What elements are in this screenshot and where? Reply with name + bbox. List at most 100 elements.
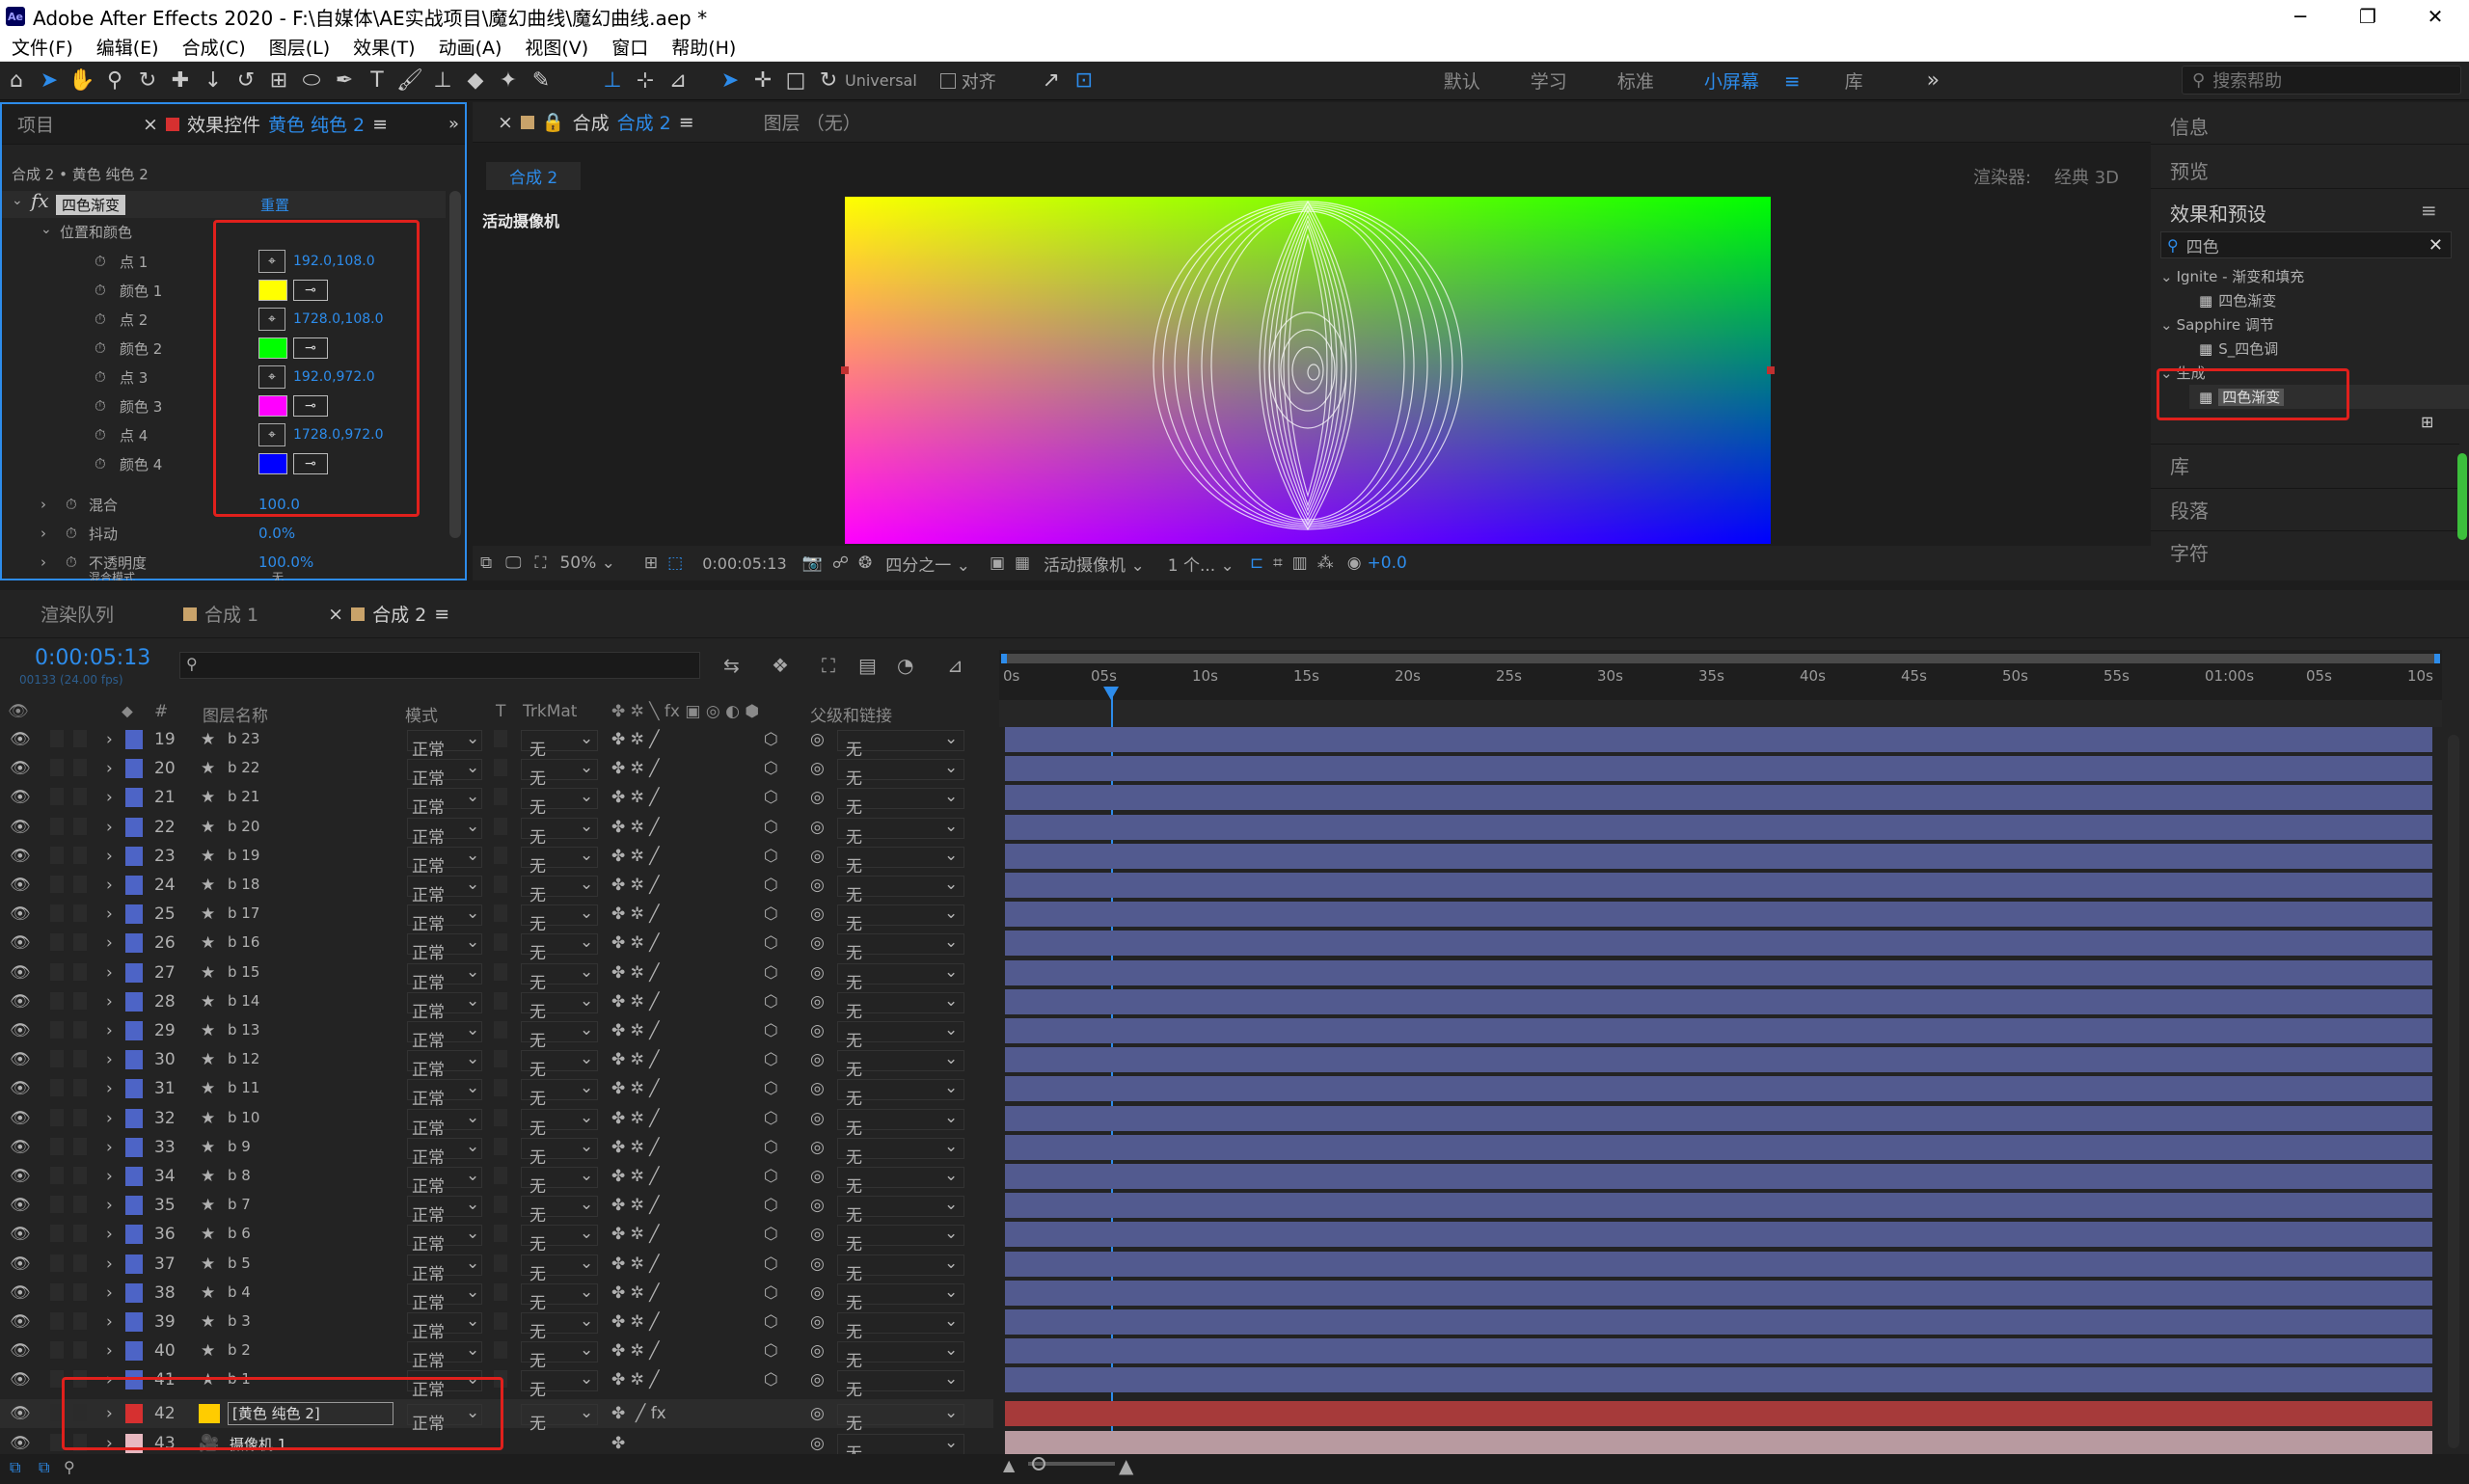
prop-value-jitter[interactable]: 0.0%: [258, 525, 295, 542]
lock-checkbox[interactable]: [73, 1167, 87, 1184]
solo-checkbox[interactable]: [50, 788, 64, 806]
visibility-eye-icon[interactable]: 👁: [10, 759, 31, 778]
pick-whip-icon[interactable]: ◎: [810, 1109, 825, 1128]
layer-label-color[interactable]: [125, 1254, 143, 1274]
3d-layer-icon[interactable]: ⬡: [764, 963, 778, 983]
solo-checkbox[interactable]: [50, 846, 64, 864]
parent-dropdown[interactable]: 无⌄: [837, 1403, 964, 1434]
panel-menu-icon[interactable]: ≡: [2421, 199, 2437, 222]
3d-layer-icon[interactable]: ⬡: [764, 1225, 778, 1244]
layer-row[interactable]: 👁 › 38 ★ b 4 正常 ⌄ 无 ⌄ ✤ ✲ ╱ ⬡ ◎ 无 ⌄: [0, 1279, 993, 1313]
universal-select-icon[interactable]: ➤: [714, 65, 746, 97]
layer-duration-bar[interactable]: [1005, 1018, 2432, 1043]
timeline-icon[interactable]: ▥: [1292, 553, 1308, 573]
3d-layer-icon[interactable]: ⬡: [764, 847, 778, 866]
preserve-transparency-checkbox[interactable]: [494, 1282, 507, 1301]
effect-item[interactable]: ▦ 四色渐变: [2199, 290, 2276, 310]
frame-blending-icon[interactable]: ▤: [858, 654, 877, 677]
3d-layer-icon[interactable]: ⬡: [764, 1138, 778, 1157]
visibility-eye-icon[interactable]: 👁: [10, 933, 31, 953]
layer-row[interactable]: 👁 › 24 ★ b 18 正常 ⌄ 无 ⌄ ✤ ✲ ╱ ⬡ ◎ 无 ⌄: [0, 871, 993, 905]
camera-layer-duration-bar[interactable]: [1005, 1430, 2432, 1456]
fit-icon[interactable]: ⊞: [644, 553, 658, 573]
layer-duration-bar[interactable]: [1005, 843, 2432, 869]
pick-whip-icon[interactable]: ◎: [810, 788, 825, 807]
trkmat-dropdown[interactable]: 无 ⌄: [521, 758, 598, 789]
layer-name[interactable]: b 20: [228, 818, 259, 835]
universal-rotate-icon[interactable]: ↻: [812, 65, 845, 97]
parent-dropdown[interactable]: 无⌄: [837, 758, 964, 789]
mode-dropdown[interactable]: 正常 ⌄: [407, 1282, 482, 1313]
mode-dropdown[interactable]: 正常 ⌄: [407, 875, 482, 905]
layer-name[interactable]: b 14: [228, 992, 259, 1010]
lock-checkbox[interactable]: [73, 817, 87, 835]
layer-switches-icons[interactable]: ✤ ✲ ╱: [611, 1196, 660, 1215]
preserve-transparency-checkbox[interactable]: [494, 876, 507, 893]
clear-search-icon[interactable]: ✕: [2428, 235, 2443, 256]
lock-checkbox[interactable]: [73, 846, 87, 864]
visibility-eye-icon[interactable]: 👁: [10, 963, 31, 983]
effect-category[interactable]: ⌄ Ignite - 渐变和填充: [2160, 266, 2304, 286]
pen-tool-icon[interactable]: ✒: [328, 65, 361, 97]
mode-dropdown[interactable]: 正常 ⌄: [407, 932, 482, 963]
layer-row[interactable]: 👁 › 36 ★ b 6 正常 ⌄ 无 ⌄ ✤ ✲ ╱ ⬡ ◎ 无 ⌄: [0, 1220, 993, 1255]
parent-dropdown[interactable]: 无⌄: [837, 1340, 964, 1371]
expand-arrow-icon[interactable]: ›: [41, 496, 46, 513]
layer-name[interactable]: b 13: [228, 1021, 259, 1039]
shy-layers-icon[interactable]: ⛶: [822, 654, 835, 677]
expand-arrow-icon[interactable]: ⌄: [2160, 316, 2173, 334]
parent-dropdown[interactable]: 无⌄: [837, 1369, 964, 1400]
parent-dropdown[interactable]: 无⌄: [837, 787, 964, 818]
preserve-transparency-checkbox[interactable]: [494, 1312, 507, 1330]
lock-checkbox[interactable]: [73, 1108, 87, 1126]
layer-duration-bar[interactable]: [1005, 814, 2432, 840]
expand-arrow-icon[interactable]: ›: [106, 759, 113, 778]
pick-whip-icon[interactable]: ◎: [810, 1079, 825, 1098]
orbit-camera-icon[interactable]: ↻: [131, 65, 164, 97]
tab-layer[interactable]: 图层 （无）: [748, 109, 877, 135]
layer-row[interactable]: 👁 › 19 ★ b 23 正常 ⌄ 无 ⌄ ✤ ✲ ╱ ⬡ ◎ 无 ⌄: [0, 725, 993, 760]
trkmat-dropdown[interactable]: 无 ⌄: [521, 1020, 598, 1051]
camera-switch-icon[interactable]: ✤: [611, 1434, 625, 1453]
tab-project[interactable]: 项目: [2, 111, 69, 137]
lock-checkbox[interactable]: [73, 730, 87, 747]
preserve-transparency-checkbox[interactable]: [494, 1167, 507, 1184]
expand-arrow-icon[interactable]: ›: [106, 1225, 113, 1244]
header-mode[interactable]: 模式: [405, 702, 438, 726]
preserve-transparency-checkbox[interactable]: [494, 1196, 507, 1214]
toggle-render-time-icon[interactable]: ⚲: [64, 1458, 75, 1476]
paragraph-panel-header[interactable]: 段落: [2170, 496, 2209, 524]
header-layer-name[interactable]: 图层名称: [203, 702, 268, 726]
layer-name[interactable]: b 16: [228, 933, 259, 951]
layer-switches-icons[interactable]: ✤ ✲ ╱: [611, 847, 660, 866]
layer-switches-icons[interactable]: ✤ ✲ ╱: [611, 759, 660, 778]
layer-switches-icons[interactable]: ✤ ✲ ╱: [611, 1079, 660, 1098]
mode-dropdown[interactable]: 正常 ⌄: [407, 1049, 482, 1080]
snap-icon[interactable]: ↗: [1035, 65, 1068, 97]
solo-checkbox[interactable]: [50, 876, 64, 893]
mode-dropdown[interactable]: 正常 ⌄: [407, 758, 482, 789]
trkmat-dropdown[interactable]: 无 ⌄: [521, 1311, 598, 1342]
layer-label-color[interactable]: [125, 1050, 143, 1070]
trkmat-dropdown[interactable]: 无 ⌄: [521, 787, 598, 818]
layer-switches-icons[interactable]: ✤ ✲ ╱: [611, 876, 660, 895]
layer-switches-icons[interactable]: ✤ ✲ ╱: [611, 1370, 660, 1390]
layer-duration-bar[interactable]: [1005, 873, 2432, 898]
menu-effect[interactable]: 效果(T): [341, 34, 426, 60]
layer-switches-icons[interactable]: ✤ ✲ ╱: [611, 1021, 660, 1040]
layer-label-color[interactable]: [125, 1312, 143, 1332]
visibility-eye-icon[interactable]: 👁: [10, 1138, 31, 1157]
pick-whip-icon[interactable]: ◎: [810, 1167, 825, 1186]
trkmat-dropdown[interactable]: 无 ⌄: [521, 817, 598, 848]
trkmat-dropdown[interactable]: 无 ⌄: [521, 846, 598, 877]
layer-label-color[interactable]: [125, 1196, 143, 1216]
layer-name[interactable]: b 8: [228, 1167, 251, 1184]
workspace-standard[interactable]: 标准: [1592, 67, 1679, 94]
3d-layer-icon[interactable]: ⬡: [764, 1255, 778, 1274]
visibility-eye-icon[interactable]: 👁: [10, 1079, 31, 1098]
stopwatch-icon[interactable]: ⏱: [66, 496, 77, 513]
motion-blur-icon[interactable]: ◔: [897, 654, 913, 677]
visibility-eye-icon[interactable]: 👁: [10, 1404, 31, 1423]
layer-switches-icons[interactable]: ✤ ✲ ╱: [611, 1109, 660, 1128]
solo-checkbox[interactable]: [50, 1341, 64, 1360]
